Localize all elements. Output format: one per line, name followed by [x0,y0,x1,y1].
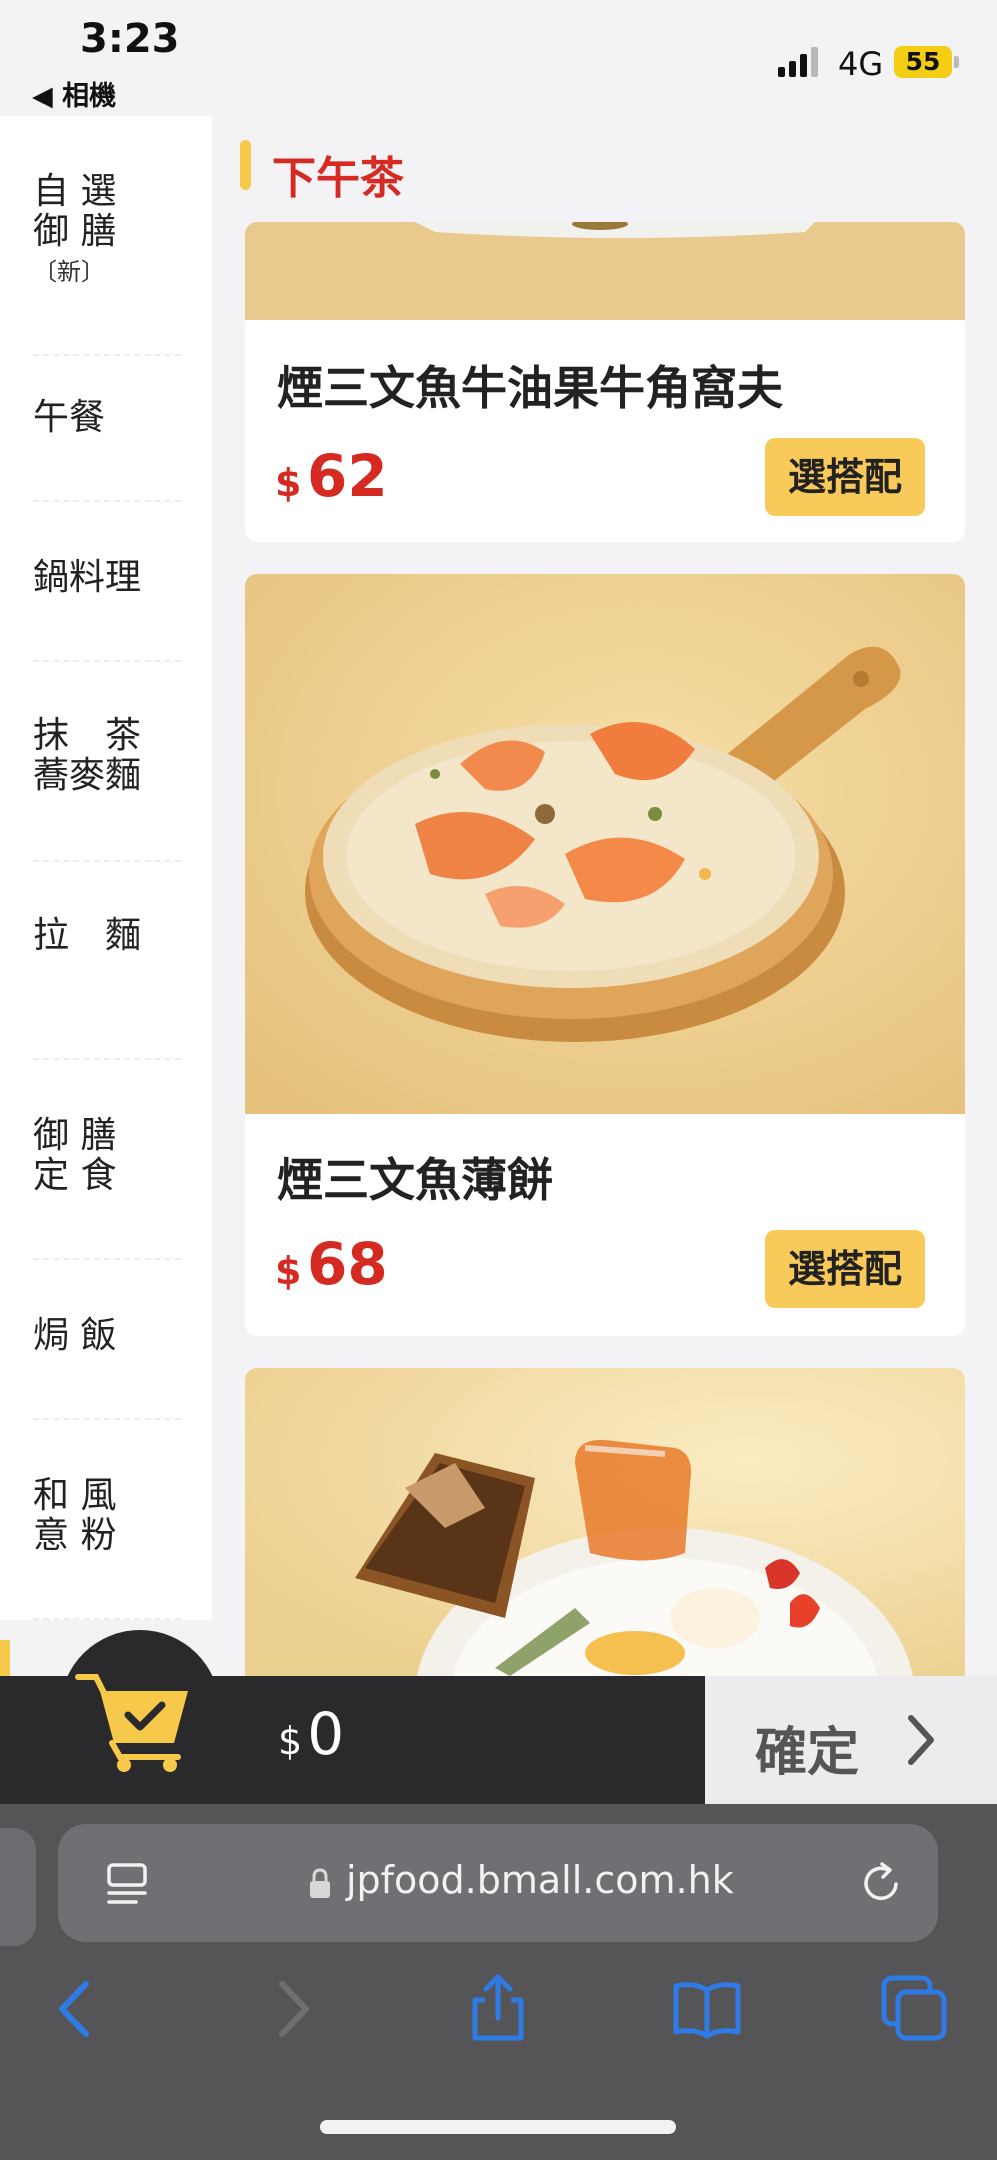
section-accent-bar [240,140,251,190]
sidebar-item-label: 拉 麵 [33,915,142,956]
tabs-icon[interactable] [880,1974,950,2044]
app-screen: 3:23 ◀ 相機 4G 55 自 選 御 膳 〔新〕 午餐 鍋料理 抹 茶 蕎… [0,0,997,2160]
home-indicator[interactable] [320,2120,676,2134]
sidebar-item-label: 和 風 [33,1475,117,1516]
bookmarks-icon[interactable] [672,1974,742,2044]
sidebar-item-label: 蕎麥麵 [33,755,142,796]
sidebar-item-custom-set[interactable]: 自 選 御 膳 〔新〕 [33,172,183,292]
sidebar-item-label: 御 膳 [33,1115,117,1156]
status-time: 3:23 [80,16,180,62]
sidebar-divider [33,660,181,662]
sidebar-item-label: 焗 飯 [33,1315,117,1356]
confirm-label: 確定 [755,1723,860,1783]
food-photo [245,1368,965,1676]
sidebar-item-matcha-soba[interactable]: 抹 茶 蕎麥麵 [33,716,183,796]
cart-total: $ 0 [278,1700,344,1768]
cart-total-amount: 0 [307,1700,345,1768]
sidebar-divider [33,1418,181,1420]
food-photo [245,222,965,320]
share-icon[interactable] [463,1974,533,2044]
reader-icon[interactable] [104,1862,150,1906]
signal-icon [778,47,818,77]
sidebar-item-label: 抹 茶 [33,715,142,756]
menu-card[interactable] [245,1368,965,1676]
lock-icon [310,1868,330,1898]
price-amount: 68 [307,1230,388,1298]
sidebar-item-lunch[interactable]: 午餐 [33,398,183,438]
sidebar-divider [33,1618,181,1620]
sidebar-item-label: 御 膳 [33,211,117,252]
sidebar-item-ramen[interactable]: 拉 麵 [33,916,183,956]
battery-level: 55 [905,47,941,76]
food-photo [245,574,965,1114]
browser-toolbar: jpfood.bmall.com.hk [0,1804,997,2160]
confirm-button[interactable]: 確定 [705,1676,997,1804]
url-text: jpfood.bmall.com.hk [346,1858,734,1902]
back-to-camera-link[interactable]: ◀ 相機 [32,74,116,113]
sidebar-divider [33,860,181,862]
new-tag: 〔新〕 [33,258,105,286]
battery-icon: 55 [894,46,952,78]
address-bar[interactable]: jpfood.bmall.com.hk [58,1824,938,1942]
forward-arrow-icon[interactable] [256,1974,326,2044]
cart-icon[interactable] [70,1665,200,1775]
sidebar-item-label: 午餐 [33,397,106,438]
previous-tab-preview[interactable] [0,1828,36,1946]
back-arrow-icon[interactable] [42,1974,112,2044]
choose-combo-button[interactable]: 選搭配 [765,438,925,516]
currency-symbol: $ [275,1249,302,1293]
menu-card[interactable]: 煙三文魚薄餅 $ 68 選搭配 [245,574,965,1336]
battery-cap [954,56,959,68]
network-label: 4G [838,45,884,83]
sidebar-item-set-meal[interactable]: 御 膳 定 食 [33,1116,183,1196]
sidebar-divider [33,1258,181,1260]
sidebar-item-label: 定 食 [33,1155,117,1196]
reload-icon[interactable] [858,1860,904,1906]
sidebar-item-hotpot[interactable]: 鍋料理 [33,558,183,598]
sidebar-divider [33,354,181,356]
menu-card[interactable]: 煙三文魚牛油果牛角窩夫 $ 62 選搭配 [245,222,965,542]
currency-symbol: $ [275,461,302,505]
sidebar-active-indicator [0,1640,10,1680]
item-price: $ 68 [275,1230,388,1298]
chevron-right-icon [908,1715,934,1765]
sidebar-divider [33,1058,181,1060]
sidebar-item-baked-rice[interactable]: 焗 飯 [33,1316,183,1356]
choose-combo-button[interactable]: 選搭配 [765,1230,925,1308]
price-amount: 62 [307,442,388,510]
item-price: $ 62 [275,442,388,510]
sidebar-item-label: 意 粉 [33,1515,117,1556]
item-name: 煙三文魚薄餅 [277,1153,553,1207]
category-sidebar [0,116,212,1620]
item-name: 煙三文魚牛油果牛角窩夫 [277,361,783,415]
sidebar-item-pasta[interactable]: 和 風 意 粉 [33,1476,183,1556]
status-bar: 3:23 ◀ 相機 4G 55 [0,0,997,116]
section-title: 下午茶 [272,153,404,204]
sidebar-item-label: 鍋料理 [33,557,142,598]
currency-symbol: $ [278,1719,303,1763]
sidebar-divider [33,500,181,502]
sidebar-item-label: 自 選 [33,171,117,212]
